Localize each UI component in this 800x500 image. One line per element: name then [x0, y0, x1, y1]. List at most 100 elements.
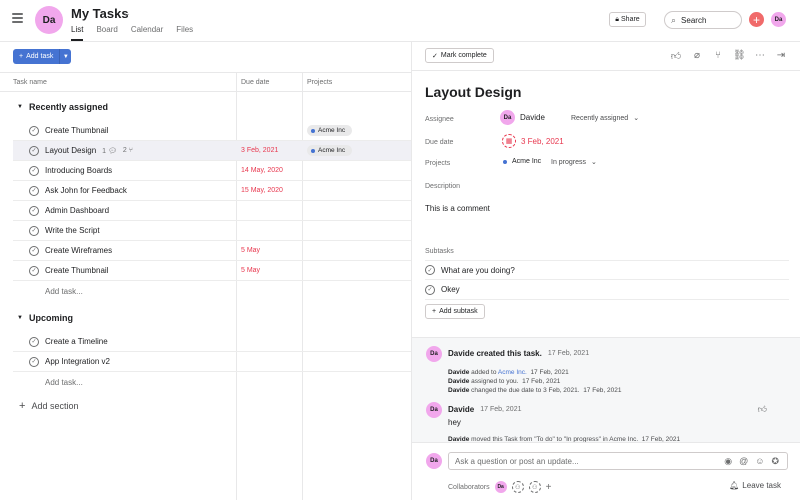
table-row[interactable]: ✓ App Integration v2: [13, 352, 411, 372]
table-row[interactable]: ✓ Ask John for Feedback 15 May, 2020: [13, 181, 411, 201]
section-upcoming[interactable]: ▼ Upcoming: [17, 313, 73, 323]
mention-icon[interactable]: @: [739, 456, 748, 467]
add-task-dropdown[interactable]: ▼: [59, 49, 72, 64]
add-task-inline[interactable]: Add task...: [45, 378, 83, 387]
share-button[interactable]: 🔒︎ Share: [609, 12, 646, 27]
subtask-row[interactable]: ✓ Okey: [425, 280, 789, 300]
tab-calendar[interactable]: Calendar: [131, 25, 163, 41]
menu-icon[interactable]: [12, 13, 23, 23]
assignee-section: Recently assigned: [571, 114, 629, 122]
complete-check-icon[interactable]: ✓: [29, 185, 39, 196]
due-date[interactable]: 3 Feb, 2021: [241, 147, 278, 154]
subtask-name[interactable]: Okey: [441, 285, 460, 294]
task-name[interactable]: Create Thumbnail: [45, 266, 108, 275]
complete-check-icon[interactable]: ✓: [29, 356, 39, 367]
project-tag[interactable]: Acme Inc: [307, 125, 353, 136]
project-status-select[interactable]: In progress ⌄: [551, 158, 597, 167]
task-name[interactable]: Create Wireframes: [45, 246, 112, 255]
table-row[interactable]: ✓ Write the Script: [13, 221, 411, 241]
projects-label: Projects: [425, 160, 451, 167]
plus-icon: +: [19, 400, 26, 412]
due-date[interactable]: 14 May, 2020: [241, 167, 283, 174]
complete-check-icon[interactable]: ✓: [29, 165, 39, 176]
star-icon[interactable]: ✪: [771, 456, 779, 467]
collapse-triangle-icon[interactable]: ▼: [17, 104, 23, 110]
assignee-section-select[interactable]: Recently assigned ⌄: [571, 114, 639, 123]
complete-check-icon[interactable]: ✓: [29, 336, 39, 347]
subtask-row[interactable]: ✓ What are you doing?: [425, 260, 789, 280]
like-icon[interactable]: 👍︎: [670, 50, 682, 62]
task-name[interactable]: Create a Timeline: [45, 337, 108, 346]
table-row[interactable]: ✓ Create Thumbnail 5 May: [13, 261, 411, 281]
assignee-field[interactable]: Da Davide: [500, 110, 545, 125]
project-tag[interactable]: Acme Inc: [307, 145, 353, 156]
task-name[interactable]: Write the Script: [45, 226, 100, 235]
like-icon[interactable]: 👍︎: [758, 404, 767, 415]
mark-complete-button[interactable]: ✓ Mark complete: [425, 48, 494, 63]
user-avatar[interactable]: Da: [771, 12, 786, 27]
task-name[interactable]: Create Thumbnail: [45, 126, 108, 135]
search-input[interactable]: ⌕ Search: [664, 11, 742, 29]
record-icon[interactable]: ◉: [724, 456, 732, 467]
add-collaborator-icon[interactable]: ⚇: [511, 481, 524, 493]
subtask-icon[interactable]: ⑂: [712, 50, 724, 62]
task-name[interactable]: App Integration v2: [45, 357, 110, 366]
leave-task-button[interactable]: 🔔︎ Leave task: [729, 481, 781, 490]
collaborator-avatar[interactable]: Da: [494, 481, 507, 493]
due-date[interactable]: 5 May: [241, 247, 260, 254]
add-task-button[interactable]: + Add task: [13, 49, 60, 64]
table-row[interactable]: ✓ Admin Dashboard: [13, 201, 411, 221]
due-date-field[interactable]: ▦ 3 Feb, 2021: [502, 134, 564, 148]
project-link[interactable]: Acme Inc.: [498, 369, 527, 376]
table-row[interactable]: ✓ Create Thumbnail Acme Inc: [13, 121, 411, 141]
collapse-triangle-icon[interactable]: ▼: [17, 315, 23, 321]
subtask-name[interactable]: What are you doing?: [441, 266, 515, 275]
task-name[interactable]: Admin Dashboard: [45, 206, 109, 215]
add-section-label: Add section: [31, 401, 79, 411]
emoji-icon[interactable]: ☺: [755, 456, 764, 467]
col-projects[interactable]: Projects: [307, 79, 332, 86]
quick-add-button[interactable]: +: [749, 12, 764, 27]
table-row-selected[interactable]: ✓ Layout Design 1 💬︎ 2 ⑂ 3 Feb, 2021 Acm…: [13, 141, 411, 161]
col-task-name[interactable]: Task name: [13, 79, 47, 86]
table-row[interactable]: ✓ Introducing Boards 14 May, 2020: [13, 161, 411, 181]
attachment-icon[interactable]: ⌀: [691, 50, 703, 62]
due-date[interactable]: 5 May: [241, 267, 260, 274]
link-icon[interactable]: ⛓︎: [733, 50, 746, 62]
view-tabs: List Board Calendar Files: [71, 25, 193, 41]
chevron-down-icon[interactable]: ⌄: [123, 8, 131, 19]
plus-icon[interactable]: +: [546, 482, 552, 493]
table-row[interactable]: ✓ Create Wireframes 5 May: [13, 241, 411, 261]
complete-check-icon[interactable]: ✓: [29, 145, 39, 156]
complete-check-icon[interactable]: ✓: [29, 125, 39, 136]
task-title[interactable]: Layout Design: [425, 84, 521, 100]
share-label: Share: [621, 16, 640, 23]
search-icon: ⌕: [671, 14, 677, 25]
section-recently-assigned[interactable]: ▼ Recently assigned: [17, 102, 108, 112]
project-field[interactable]: Acme Inc: [503, 158, 541, 165]
due-date[interactable]: 15 May, 2020: [241, 187, 283, 194]
description-text[interactable]: This is a comment: [425, 204, 490, 213]
tab-board[interactable]: Board: [96, 25, 117, 41]
complete-check-icon[interactable]: ✓: [29, 265, 39, 276]
tab-files[interactable]: Files: [176, 25, 193, 41]
complete-check-icon[interactable]: ✓: [29, 245, 39, 256]
add-section-button[interactable]: + Add section: [19, 400, 78, 412]
close-pane-icon[interactable]: ⇥: [775, 50, 787, 62]
complete-check-icon[interactable]: ✓: [425, 284, 435, 295]
comment-input[interactable]: Ask a question or post an update... ◉ @ …: [448, 452, 788, 470]
more-icon[interactable]: ⋯: [754, 50, 766, 62]
complete-check-icon[interactable]: ✓: [425, 265, 435, 275]
table-row[interactable]: ✓ Create a Timeline: [13, 332, 411, 352]
tab-list[interactable]: List: [71, 25, 84, 41]
complete-check-icon[interactable]: ✓: [29, 225, 39, 236]
add-subtask-button[interactable]: + Add subtask: [425, 304, 485, 319]
col-due-date[interactable]: Due date: [241, 79, 269, 86]
complete-check-icon[interactable]: ✓: [29, 205, 39, 216]
activity-time: 17 Feb, 2021: [547, 350, 590, 357]
add-task-inline[interactable]: Add task...: [45, 287, 83, 296]
add-collaborator-icon[interactable]: ⚇: [528, 481, 541, 493]
task-name[interactable]: Introducing Boards: [45, 166, 112, 175]
task-name[interactable]: Layout Design: [45, 146, 96, 155]
task-name[interactable]: Ask John for Feedback: [45, 186, 127, 195]
